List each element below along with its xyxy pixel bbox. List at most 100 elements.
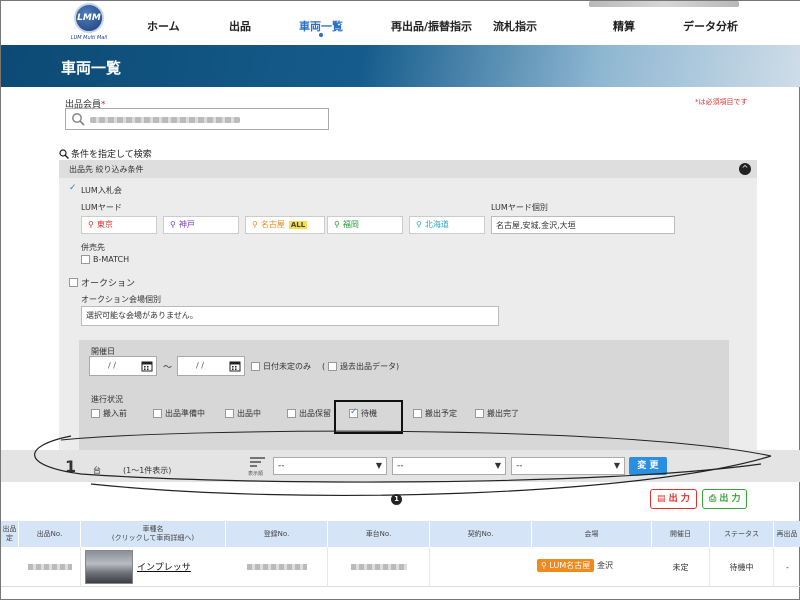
sort-select-2[interactable]: -- ▼: [392, 457, 506, 475]
auction-label: オークション: [81, 279, 136, 289]
yard-hokkaido-button[interactable]: ⚲ 北海道: [409, 216, 485, 234]
status-option-preparing[interactable]: 出品準備中: [153, 408, 205, 419]
sort-select-2-value: --: [397, 461, 404, 471]
status-option-listing[interactable]: 出品中: [225, 408, 261, 419]
export-excel-button[interactable]: ⎙ 出 力: [702, 489, 748, 509]
col-header-car-name[interactable]: 車種名 (クリックして車両詳細へ): [81, 521, 226, 547]
status-option-pre-delivery[interactable]: 搬入前: [91, 408, 127, 419]
date-to-input[interactable]: / /: [177, 356, 245, 376]
lum-auction-checkbox[interactable]: [69, 183, 78, 195]
nav-unsold-instruction[interactable]: 流札指示: [493, 18, 537, 34]
past-data-row[interactable]: ( 過去出品データ): [319, 361, 399, 372]
seller-value-redacted: [90, 117, 240, 123]
pdf-icon: ▤: [657, 494, 666, 504]
yard-individual-input[interactable]: 名古屋,安城,金沢,大垣: [491, 216, 675, 234]
status-checkbox[interactable]: [153, 409, 162, 418]
calendar-icon[interactable]: [141, 360, 153, 372]
status-checkbox[interactable]: [287, 409, 296, 418]
nav-vehicle-list[interactable]: 車両一覧: [299, 18, 343, 34]
sort-icon: [250, 457, 265, 467]
condition-search-toggle[interactable]: 条件を指定して検索: [59, 147, 152, 160]
collapse-icon[interactable]: ^: [739, 163, 751, 175]
search-icon: [59, 148, 69, 159]
sort-select-3[interactable]: -- ▼: [511, 457, 625, 475]
status-option-on-hold[interactable]: 出品保留: [287, 408, 331, 419]
chevron-down-icon: ▼: [613, 461, 620, 470]
lum-auction-label: LUM入札会: [81, 186, 122, 195]
seller-search-input[interactable]: [65, 108, 329, 130]
col-header-listing-flag: 出品 定: [1, 521, 19, 547]
nav-data-analysis[interactable]: データ分析: [683, 18, 738, 34]
col-header-contract: 契約No.: [430, 521, 532, 547]
yard-fukuoka-button[interactable]: ⚲ 福岡: [327, 216, 403, 234]
logo-subtitle: LUM Multi Mall: [70, 35, 108, 41]
bmatch-label: B-MATCH: [93, 255, 130, 264]
cell-listing-no: [19, 547, 81, 587]
past-data-checkbox[interactable]: [328, 362, 337, 371]
yard-nagoya-label: 名古屋: [260, 220, 285, 229]
yard-label: LUMヤード: [81, 203, 122, 212]
yard-tokyo-button[interactable]: ⚲ 東京: [81, 216, 157, 234]
nav-relist-transfer[interactable]: 再出品/振替指示: [391, 18, 472, 34]
result-count: 1: [65, 457, 77, 476]
sort-select-3-value: --: [516, 461, 523, 471]
nav-listing[interactable]: 出品: [229, 18, 251, 34]
col-header-listing-no: 出品No.: [19, 521, 81, 547]
status-option-label: 出品保留: [299, 409, 331, 418]
change-button[interactable]: 変 更: [629, 457, 667, 475]
printer-icon: ⎙: [709, 494, 717, 504]
nav-home[interactable]: ホーム: [147, 18, 180, 34]
map-pin-icon: ⚲: [334, 220, 340, 229]
yard-kobe-button[interactable]: ⚲ 神戸: [163, 216, 239, 234]
auction-venue-input[interactable]: 選択可能な会場がありません。: [81, 306, 499, 326]
chevron-down-icon: ▼: [375, 461, 382, 470]
car-name-link[interactable]: インプレッサ: [137, 560, 191, 573]
map-pin-icon: ⚲: [170, 220, 176, 229]
status-checkbox[interactable]: [225, 409, 234, 418]
status-option-carry-out-done[interactable]: 搬出完了: [475, 408, 519, 419]
page-banner: 車両一覧: [1, 45, 800, 87]
auction-venue-label: オークション会場個別: [81, 295, 161, 304]
lum-auction-checkbox-row[interactable]: LUM入札会: [69, 183, 122, 196]
past-data-label: 過去出品データ: [340, 362, 396, 371]
col-header-chassis: 車台No.: [328, 521, 430, 547]
auction-checkbox[interactable]: [69, 278, 78, 287]
status-checkbox[interactable]: [91, 409, 100, 418]
sort-label: 表示順: [248, 471, 264, 477]
nav-settlement[interactable]: 精算: [613, 18, 635, 34]
status-option-label: 搬出完了: [487, 409, 519, 418]
date-separator: 〜: [163, 363, 173, 373]
col-header-relist: 再出品: [774, 521, 800, 547]
export-pdf-button[interactable]: ▤ 出 力: [650, 489, 697, 509]
sort-select-1-value: --: [278, 461, 285, 471]
chevron-down-icon: ▼: [494, 461, 501, 470]
yard-individual-label: LUMヤード個別: [491, 203, 548, 212]
date-from-input[interactable]: / /: [89, 356, 157, 376]
date-undecided-row[interactable]: 日付未定のみ: [251, 361, 311, 372]
bmatch-checkbox[interactable]: [81, 255, 90, 264]
info-icon[interactable]: 1: [391, 494, 402, 505]
yard-nagoya-button[interactable]: ⚲ 名古屋 ALL: [245, 216, 325, 234]
calendar-icon[interactable]: [229, 360, 241, 372]
export-excel-label: 出 力: [719, 494, 741, 504]
status-checkbox[interactable]: [475, 409, 484, 418]
venue-city: 金沢: [597, 561, 613, 570]
date-undecided-checkbox[interactable]: [251, 362, 260, 371]
app-logo[interactable]: LMM LUM Multi Mall: [67, 3, 111, 43]
panel-header: 出品先 絞り込み条件 ^: [59, 160, 757, 178]
top-navigation: LMM LUM Multi Mall ホーム 出品 車両一覧 再出品/振替指示 …: [1, 1, 800, 45]
status-option-carry-out-planned[interactable]: 搬出予定: [413, 408, 457, 419]
sort-select-1[interactable]: -- ▼: [273, 457, 387, 475]
col-header-date: 開催日: [652, 521, 710, 547]
cell-relist: -: [786, 562, 789, 572]
result-unit: 台: [93, 466, 101, 475]
date-from-placeholder: / /: [108, 361, 116, 370]
date-status-panel: 開催日 / / 〜 / / 日付未定のみ ( 過去出品データ) 進行状況 搬入前…: [79, 340, 729, 450]
status-option-label: 出品準備中: [165, 409, 205, 418]
auction-checkbox-row[interactable]: オークション: [69, 276, 135, 289]
status-checkbox[interactable]: [413, 409, 422, 418]
cell-status: 待機中: [710, 547, 774, 587]
yard-hokkaido-label: 北海道: [424, 220, 449, 229]
car-thumbnail[interactable]: [85, 550, 133, 584]
bmatch-checkbox-row[interactable]: B-MATCH: [81, 255, 129, 265]
